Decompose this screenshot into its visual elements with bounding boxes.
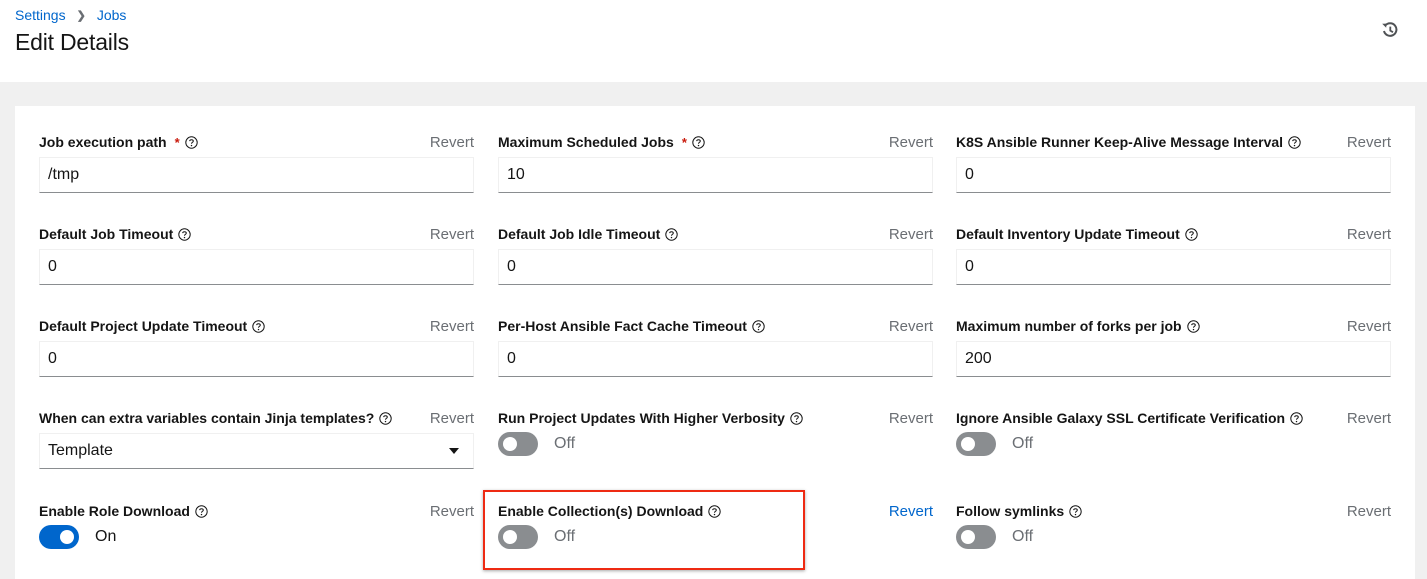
field-label: Default Job Timeout (39, 226, 174, 242)
field-label: Default Inventory Update Timeout (956, 226, 1180, 242)
field-project-verbosity: Run Project Updates With Higher Verbosit… (498, 408, 933, 472)
switch-state-label: Off (1012, 435, 1034, 452)
project-verbosity-switch[interactable] (498, 432, 538, 456)
history-icon (1382, 22, 1398, 37)
switch-knob (503, 437, 517, 451)
revert-button[interactable]: Revert (889, 410, 933, 427)
field-label: Maximum number of forks per job (956, 318, 1182, 334)
field-jinja-templates: When can extra variables contain Jinja t… (39, 408, 474, 472)
help-icon[interactable] (1186, 319, 1200, 333)
default-inventory-update-timeout-input[interactable] (956, 249, 1391, 285)
jinja-templates-select[interactable]: Template (39, 433, 474, 469)
revert-button[interactable]: Revert (430, 503, 474, 520)
field-label: Default Job Idle Timeout (498, 226, 661, 242)
field-label: Job execution path (39, 134, 167, 150)
switch-knob (961, 530, 975, 544)
help-icon[interactable] (708, 504, 722, 518)
help-icon[interactable] (1069, 504, 1082, 518)
field-label: When can extra variables contain Jinja t… (39, 410, 375, 426)
switch-knob (503, 530, 517, 544)
fact-cache-timeout-input[interactable] (498, 341, 933, 377)
help-icon[interactable] (1185, 227, 1198, 241)
page-header: Settings ❯ Jobs Edit Details (0, 0, 1427, 82)
field-label: Default Project Update Timeout (39, 318, 248, 334)
revert-button[interactable]: Revert (430, 410, 474, 427)
switch-state-label: On (95, 528, 117, 545)
galaxy-ssl-switch[interactable] (956, 432, 996, 456)
help-icon[interactable] (790, 411, 803, 425)
breadcrumb: Settings ❯ Jobs (15, 7, 126, 23)
required-indicator: * (174, 134, 180, 150)
field-k8s-keepalive: K8S Ansible Runner Keep-Alive Message In… (956, 132, 1391, 196)
collection-download-switch[interactable] (498, 525, 538, 549)
revert-button[interactable]: Revert (1347, 318, 1391, 335)
help-icon[interactable] (195, 504, 208, 518)
field-collection-download: Enable Collection(s) Download Revert Off (498, 501, 933, 565)
breadcrumb-settings[interactable]: Settings (15, 7, 66, 23)
switch-knob (961, 437, 975, 451)
revert-button[interactable]: Revert (1347, 503, 1391, 520)
field-default-inventory-update-timeout: Default Inventory Update Timeout Revert (956, 224, 1391, 288)
field-default-project-update-timeout: Default Project Update Timeout Revert (39, 316, 474, 380)
help-icon[interactable] (379, 411, 393, 425)
revert-button[interactable]: Revert (1347, 226, 1391, 243)
revert-button[interactable]: Revert (889, 134, 933, 151)
help-icon[interactable] (692, 135, 705, 149)
breadcrumb-jobs[interactable]: Jobs (97, 7, 127, 23)
revert-button[interactable]: Revert (1347, 410, 1391, 427)
breadcrumb-separator-icon: ❯ (76, 9, 86, 22)
default-job-idle-timeout-input[interactable] (498, 249, 933, 285)
k8s-keepalive-input[interactable] (956, 157, 1391, 193)
field-max-forks: Maximum number of forks per job Revert (956, 316, 1391, 380)
field-label: Enable Role Download (39, 503, 190, 519)
required-indicator: * (681, 134, 687, 150)
help-icon[interactable] (1290, 411, 1303, 425)
job-execution-path-input[interactable] (39, 157, 474, 193)
history-button[interactable] (1380, 20, 1400, 40)
revert-button[interactable]: Revert (889, 503, 933, 520)
default-job-timeout-input[interactable] (39, 249, 474, 285)
field-label: Per-Host Ansible Fact Cache Timeout (498, 318, 747, 334)
field-label: Run Project Updates With Higher Verbosit… (498, 410, 785, 426)
revert-button[interactable]: Revert (1347, 134, 1391, 151)
revert-button[interactable]: Revert (889, 226, 933, 243)
field-follow-symlinks: Follow symlinks Revert Off (956, 501, 1391, 565)
field-label: Enable Collection(s) Download (498, 503, 704, 519)
revert-button[interactable]: Revert (889, 318, 933, 335)
help-icon[interactable] (178, 227, 192, 241)
switch-state-label: Off (1012, 528, 1034, 545)
help-icon[interactable] (252, 319, 265, 333)
default-project-update-timeout-input[interactable] (39, 341, 474, 377)
help-icon[interactable] (665, 227, 679, 241)
help-icon[interactable] (752, 319, 765, 333)
max-scheduled-jobs-input[interactable] (498, 157, 933, 193)
switch-state-label: Off (554, 435, 576, 452)
switch-knob (60, 530, 74, 544)
role-download-switch[interactable] (39, 525, 79, 549)
field-default-job-idle-timeout: Default Job Idle Timeout Revert (498, 224, 933, 288)
max-forks-input[interactable] (956, 341, 1391, 377)
help-icon[interactable] (1288, 135, 1301, 149)
field-galaxy-ssl: Ignore Ansible Galaxy SSL Certificate Ve… (956, 408, 1391, 472)
settings-form-card: Job execution path * Revert Maximum Sche… (15, 106, 1415, 579)
page-title: Edit Details (15, 29, 129, 55)
caret-down-icon (449, 448, 459, 454)
help-icon[interactable] (184, 135, 198, 149)
switch-state-label: Off (554, 528, 576, 545)
revert-button[interactable]: Revert (430, 134, 474, 151)
field-default-job-timeout: Default Job Timeout Revert (39, 224, 474, 288)
field-max-scheduled-jobs: Maximum Scheduled Jobs * Revert (498, 132, 933, 196)
field-label: K8S Ansible Runner Keep-Alive Message In… (956, 134, 1284, 150)
field-role-download: Enable Role Download Revert On (39, 501, 474, 565)
field-job-execution-path: Job execution path * Revert (39, 132, 474, 196)
revert-button[interactable]: Revert (430, 226, 474, 243)
follow-symlinks-switch[interactable] (956, 525, 996, 549)
field-fact-cache-timeout: Per-Host Ansible Fact Cache Timeout Reve… (498, 316, 933, 380)
revert-button[interactable]: Revert (430, 318, 474, 335)
select-value: Template (48, 442, 113, 459)
field-label: Ignore Ansible Galaxy SSL Certificate Ve… (956, 410, 1286, 426)
field-label: Follow symlinks (956, 503, 1065, 519)
field-label: Maximum Scheduled Jobs (498, 134, 674, 150)
